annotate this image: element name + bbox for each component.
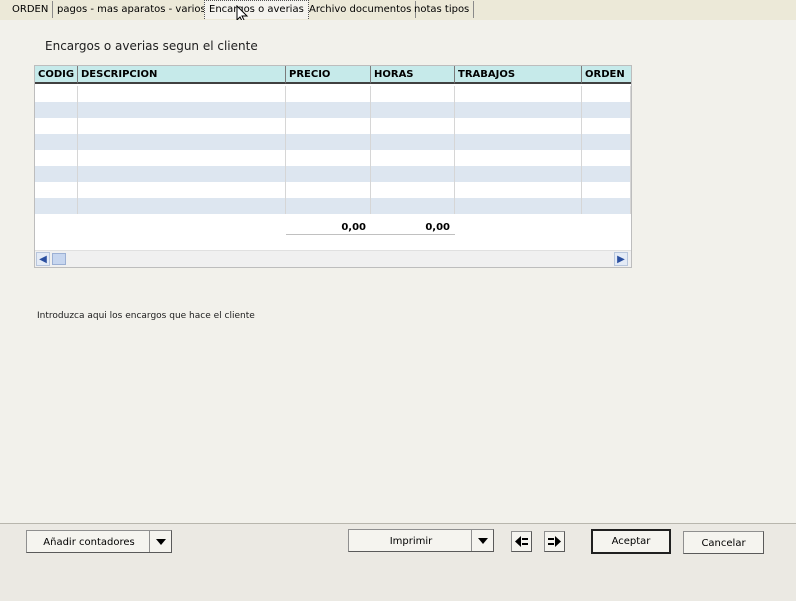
imprimir-button[interactable]: Imprimir — [348, 529, 494, 552]
table-cell[interactable] — [78, 102, 286, 118]
table-row[interactable] — [35, 102, 631, 118]
previous-button[interactable] — [511, 531, 532, 552]
imprimir-dropdown-arrow[interactable] — [471, 530, 493, 551]
table-cell[interactable] — [455, 150, 582, 166]
cancelar-button[interactable]: Cancelar — [683, 531, 764, 554]
chevron-down-icon — [478, 538, 488, 544]
table-cell[interactable] — [582, 118, 631, 134]
table-cell[interactable] — [78, 118, 286, 134]
col-header-precio[interactable]: PRECIO — [286, 66, 371, 84]
total-precio: 0,00 — [341, 222, 366, 233]
scroll-thumb[interactable] — [52, 253, 66, 265]
horizontal-scrollbar[interactable]: ◀ ▶ — [35, 250, 631, 267]
tab-strip: ORDEN pagos - mas aparatos - varios Enca… — [0, 0, 796, 21]
table-cell[interactable] — [35, 166, 78, 182]
table-cell[interactable] — [35, 102, 78, 118]
imprimir-label: Imprimir — [389, 536, 433, 547]
table-row[interactable] — [35, 166, 631, 182]
table-cell[interactable] — [286, 182, 371, 198]
table-cell[interactable] — [371, 86, 455, 102]
table-cell[interactable] — [371, 102, 455, 118]
table-cell[interactable] — [371, 182, 455, 198]
table-cell[interactable] — [455, 118, 582, 134]
col-header-codig[interactable]: CODIG — [35, 66, 78, 84]
table-cell[interactable] — [455, 198, 582, 214]
table-cell[interactable] — [371, 118, 455, 134]
table-cell[interactable] — [35, 150, 78, 166]
table-cell[interactable] — [582, 198, 631, 214]
arrow-left-icon — [515, 536, 528, 547]
table-cell[interactable] — [35, 86, 78, 102]
scroll-left-icon[interactable]: ◀ — [36, 252, 50, 266]
tab-encargos[interactable]: Encargos o averias — [204, 0, 309, 19]
instruction-text: Introduzca aqui los encargos que hace el… — [37, 311, 255, 321]
table-cell[interactable] — [78, 182, 286, 198]
grid-header: CODIG DESCRIPCION PRECIO HORAS TRABAJOS … — [35, 66, 631, 86]
table-cell[interactable] — [78, 150, 286, 166]
table-cell[interactable] — [35, 198, 78, 214]
table-cell[interactable] — [455, 86, 582, 102]
arrow-right-icon — [548, 536, 561, 547]
table-cell[interactable] — [371, 150, 455, 166]
tab-orden[interactable]: ORDEN — [8, 1, 54, 18]
total-horas: 0,00 — [425, 222, 450, 233]
table-cell[interactable] — [35, 134, 78, 150]
col-header-horas[interactable]: HORAS — [371, 66, 455, 84]
table-cell[interactable] — [371, 166, 455, 182]
tab-archivo-documentos[interactable]: Archivo documentos — [305, 1, 417, 18]
encargos-panel: Encargos o averias segun el cliente CODI… — [0, 20, 796, 523]
table-cell[interactable] — [582, 150, 631, 166]
table-row[interactable] — [35, 86, 631, 102]
table-cell[interactable] — [78, 86, 286, 102]
tab-notas-tipos[interactable]: notas tipos — [410, 1, 475, 18]
table-cell[interactable] — [78, 134, 286, 150]
encargos-grid[interactable]: CODIG DESCRIPCION PRECIO HORAS TRABAJOS … — [34, 65, 632, 268]
chevron-down-icon — [156, 539, 166, 545]
table-cell[interactable] — [35, 118, 78, 134]
anadir-contadores-label: Añadir contadores — [43, 537, 135, 548]
table-row[interactable] — [35, 182, 631, 198]
table-cell[interactable] — [286, 134, 371, 150]
aceptar-button[interactable]: Aceptar — [591, 529, 671, 554]
table-cell[interactable] — [286, 198, 371, 214]
table-row[interactable] — [35, 134, 631, 150]
table-row[interactable] — [35, 150, 631, 166]
table-cell[interactable] — [582, 102, 631, 118]
table-cell[interactable] — [455, 102, 582, 118]
table-row[interactable] — [35, 198, 631, 214]
col-header-orden[interactable]: ORDEN — [582, 66, 631, 84]
table-cell[interactable] — [286, 118, 371, 134]
table-cell[interactable] — [371, 134, 455, 150]
table-cell[interactable] — [371, 198, 455, 214]
totals-divider — [286, 234, 455, 235]
table-cell[interactable] — [286, 150, 371, 166]
table-cell[interactable] — [78, 166, 286, 182]
table-row[interactable] — [35, 118, 631, 134]
table-cell[interactable] — [582, 182, 631, 198]
anadir-contadores-button[interactable]: Añadir contadores — [26, 530, 172, 553]
table-cell[interactable] — [286, 102, 371, 118]
tab-pagos[interactable]: pagos - mas aparatos - varios — [53, 1, 211, 18]
table-cell[interactable] — [286, 86, 371, 102]
table-cell[interactable] — [78, 198, 286, 214]
table-cell[interactable] — [455, 134, 582, 150]
next-button[interactable] — [544, 531, 565, 552]
table-cell[interactable] — [582, 86, 631, 102]
col-header-trabajos[interactable]: TRABAJOS — [455, 66, 582, 84]
anadir-dropdown-arrow[interactable] — [149, 531, 171, 552]
scroll-right-icon[interactable]: ▶ — [614, 252, 628, 266]
table-cell[interactable] — [35, 182, 78, 198]
table-cell[interactable] — [455, 182, 582, 198]
col-header-descripcion[interactable]: DESCRIPCION — [78, 66, 286, 84]
table-cell[interactable] — [286, 166, 371, 182]
panel-title: Encargos o averias segun el cliente — [45, 39, 258, 53]
table-cell[interactable] — [455, 166, 582, 182]
table-cell[interactable] — [582, 134, 631, 150]
table-cell[interactable] — [582, 166, 631, 182]
